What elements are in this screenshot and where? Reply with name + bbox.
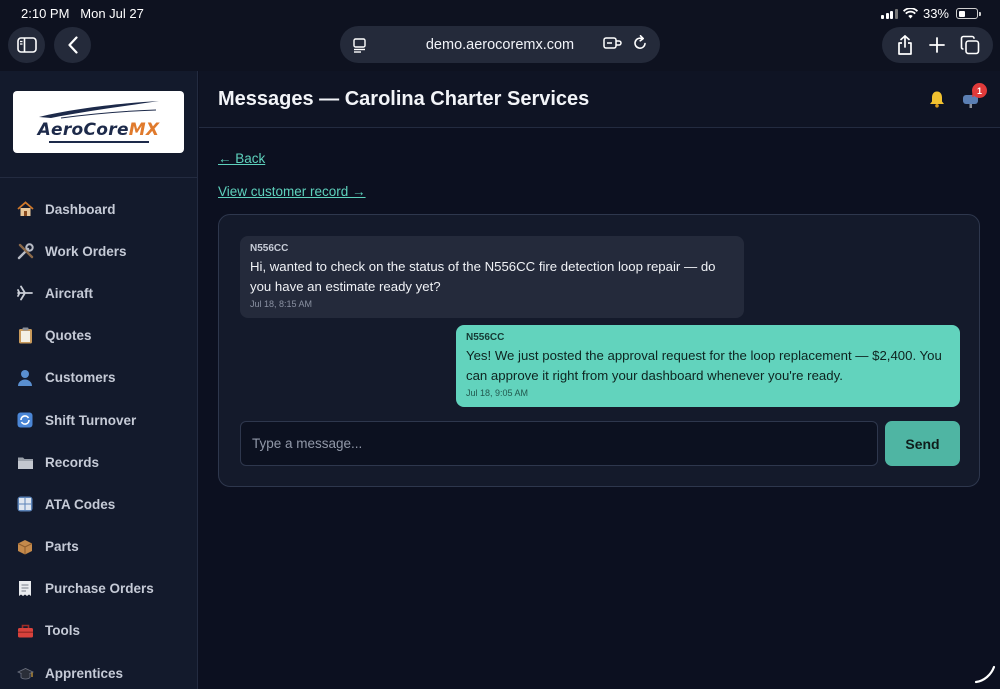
browser-actions-group [882, 27, 993, 63]
bell-icon [930, 91, 944, 108]
reload-icon[interactable] [632, 35, 648, 51]
logo-underline [49, 141, 149, 143]
tools-icon [16, 242, 34, 260]
sidebar-item-purchase-orders[interactable]: Purchase Orders [0, 568, 198, 610]
notifications-button[interactable] [928, 90, 946, 113]
receipt-icon [16, 580, 34, 598]
toolbox-icon [16, 622, 34, 640]
sidebar-divider [0, 177, 197, 178]
message-sender: N556CC [466, 332, 505, 343]
browser-toolbar: 2:10 PM Mon Jul 27 33% demo.aerocoremx.c… [0, 0, 1000, 71]
resize-handle-icon[interactable] [974, 664, 996, 684]
view-customer-record-link[interactable]: View customer record → [218, 184, 366, 199]
person-icon [16, 369, 34, 387]
browser-back-button[interactable] [54, 27, 91, 63]
sidebar-nav: Dashboard Work Orders Aircraft Quotes Cu… [0, 188, 198, 689]
share-icon[interactable] [896, 35, 914, 55]
sidebar-item-records[interactable]: Records [0, 441, 198, 483]
clipboard-icon [16, 327, 34, 345]
cycle-icon [16, 411, 34, 429]
sidebar-toggle-button[interactable] [8, 27, 45, 63]
sidebar-item-tools[interactable]: Tools [0, 610, 198, 652]
status-indicators: 33% [881, 6, 981, 21]
sidebar-item-label: Dashboard [45, 201, 116, 217]
sidebar-item-customers[interactable]: Customers [0, 357, 198, 399]
logo[interactable]: AeroCoreMX [13, 91, 184, 153]
page-title: Messages — Carolina Charter Services [218, 88, 590, 110]
message-text: Yes! We just posted the approval request… [466, 348, 942, 383]
sidebar-item-quotes[interactable]: Quotes [0, 315, 198, 357]
message-incoming: N556CC Hi, wanted to check on the status… [240, 236, 744, 318]
sidebar-item-ata-codes[interactable]: ATA Codes [0, 483, 198, 525]
extension-icon[interactable] [603, 35, 622, 51]
sidebar-item-label: Parts [45, 539, 79, 555]
message-text: Hi, wanted to check on the status of the… [250, 259, 716, 294]
logo-text-accent: MX [128, 120, 160, 140]
sidebar-item-label: Customers [45, 370, 116, 386]
address-bar-actions [603, 35, 648, 51]
status-time: 2:10 PM Mon Jul 27 [21, 6, 144, 21]
cellular-signal-icon [881, 8, 898, 19]
numbers-icon [16, 495, 34, 513]
sidebar-item-label: Purchase Orders [45, 581, 154, 597]
house-icon [16, 200, 34, 218]
address-bar[interactable]: demo.aerocoremx.com [340, 26, 660, 63]
sidebar-item-label: Work Orders [45, 243, 127, 259]
chevron-left-icon [67, 36, 78, 54]
clock-time: 2:10 PM [21, 6, 70, 21]
message-thread: N556CC Hi, wanted to check on the status… [218, 214, 980, 487]
sidebar: AeroCoreMX Dashboard Work Orders Aircraf… [0, 71, 198, 689]
sidebar-item-label: ATA Codes [45, 496, 116, 512]
sidebar-item-label: Shift Turnover [45, 412, 137, 428]
logo-wordmark: AeroCoreMX [13, 120, 184, 140]
sidebar-item-label: Aircraft [45, 285, 94, 301]
send-button[interactable]: Send [885, 421, 960, 466]
battery-icon [956, 8, 981, 19]
message-input[interactable] [240, 421, 878, 466]
battery-percent: 33% [922, 6, 949, 21]
logo-text-primary: AeroCore [37, 120, 129, 140]
graduation-cap-icon [16, 664, 34, 682]
sidebar-item-label: Apprentices [45, 665, 124, 681]
sidebar-item-parts[interactable]: Parts [0, 526, 198, 568]
page-header: Messages — Carolina Charter Services 1 [199, 71, 1000, 128]
back-link[interactable]: ← Back [218, 151, 265, 166]
logo-swoosh-icon [39, 101, 159, 119]
sidebar-item-aircraft[interactable]: Aircraft [0, 272, 198, 314]
folder-icon [16, 453, 34, 471]
sidebar-item-dashboard[interactable]: Dashboard [0, 188, 198, 230]
message-outgoing: N556CC Yes! We just posted the approval … [456, 325, 960, 407]
clock-date: Mon Jul 27 [80, 6, 144, 21]
airplane-icon [16, 284, 34, 302]
message-timestamp: Jul 18, 9:05 AM [466, 388, 529, 398]
sidebar-item-label: Quotes [45, 328, 92, 344]
sidebar-item-apprentices[interactable]: Apprentices [0, 652, 198, 689]
sidebar-item-shift-turnover[interactable]: Shift Turnover [0, 399, 198, 441]
new-tab-plus-icon[interactable] [928, 37, 945, 53]
package-icon [16, 538, 34, 556]
sidebar-icon [16, 37, 37, 53]
wifi-icon [902, 8, 918, 19]
sidebar-item-label: Records [45, 454, 100, 470]
mailbox-badge: 1 [972, 83, 987, 98]
status-bar: 2:10 PM Mon Jul 27 33% [0, 0, 1000, 26]
message-sender: N556CC [250, 243, 289, 254]
sidebar-item-label: Tools [45, 623, 80, 639]
sidebar-item-work-orders[interactable]: Work Orders [0, 230, 198, 272]
tabs-overview-icon[interactable] [960, 35, 980, 55]
message-timestamp: Jul 18, 8:15 AM [250, 299, 313, 309]
